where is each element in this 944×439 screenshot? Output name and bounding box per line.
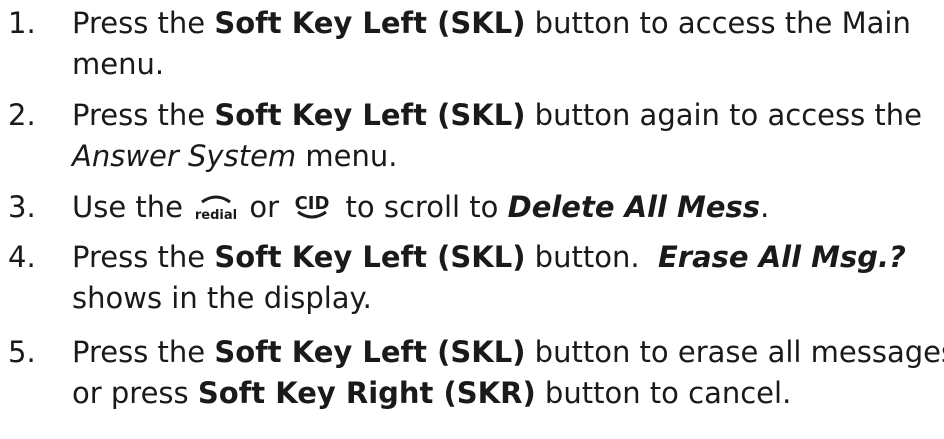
text: button again to access the [525, 98, 923, 132]
svg-text:redial: redial [196, 208, 236, 223]
text: or [240, 190, 289, 224]
text: Press the [72, 98, 215, 132]
key-name: Soft Key Left (SKL) [214, 6, 526, 40]
text: to scroll to [336, 190, 508, 224]
text: Press the [72, 6, 215, 40]
instruction-steps: 1. Press the Soft Key Left (SKL) button … [0, 0, 944, 439]
text: button. [525, 240, 658, 274]
key-name: Soft Key Right (SKR) [197, 376, 536, 410]
step-text: Press the Soft Key Left (SKL) button to … [72, 3, 932, 85]
step-text: Press the Soft Key Left (SKL) button aga… [72, 95, 932, 177]
text: Press the [72, 240, 215, 274]
step-text: Press the Soft Key Left (SKL) button. Er… [72, 237, 932, 319]
step-text: Use the redial or CID to scroll to Delet… [72, 187, 932, 234]
text: or press [72, 376, 198, 410]
step-text: Press the Soft Key Left (SKL) button to … [72, 332, 944, 414]
text: button to cancel. [535, 376, 792, 410]
text: button to access the Main [525, 6, 911, 40]
step-number: 3. [8, 190, 36, 224]
step-number: 1. [8, 6, 36, 40]
svg-text:CID: CID [295, 193, 330, 214]
key-name: Soft Key Left (SKL) [214, 98, 526, 132]
redial-key-icon: redial [195, 191, 237, 234]
step-number: 5. [8, 335, 36, 369]
step-number: 2. [8, 98, 36, 132]
key-name: Soft Key Left (SKL) [214, 335, 526, 369]
cid-key-icon: CID [292, 191, 332, 234]
text: . [760, 190, 770, 224]
text: menu. [296, 139, 398, 173]
display-message: Erase All Msg.? [657, 240, 906, 274]
text: Press the [72, 335, 215, 369]
key-name: Soft Key Left (SKL) [214, 240, 526, 274]
text: button to erase all messages [525, 335, 944, 369]
text: menu. [72, 47, 165, 81]
step-number: 4. [8, 240, 36, 274]
menu-item-name: Delete All Mess [507, 190, 761, 224]
text: Use the [72, 190, 193, 224]
menu-name: Answer System [72, 139, 297, 173]
text: shows in the display. [72, 281, 372, 315]
